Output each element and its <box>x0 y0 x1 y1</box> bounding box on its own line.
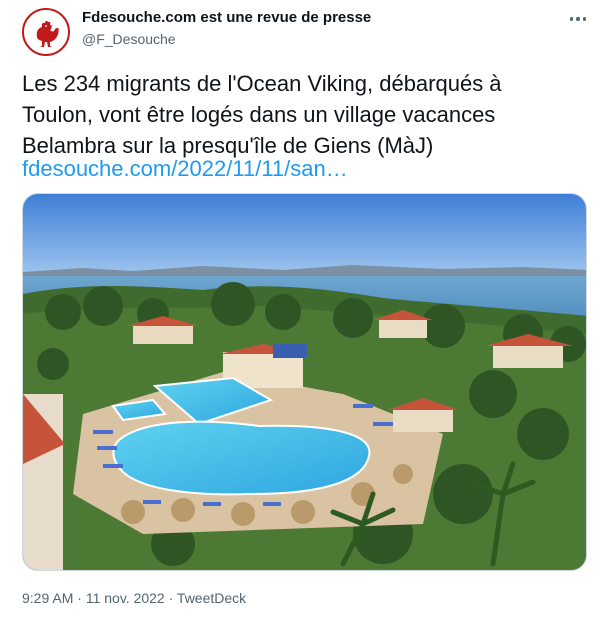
more-dots-icon[interactable] <box>563 8 593 30</box>
tweet-metadata: 9:29 AM · 11 nov. 2022 · TweetDeck <box>22 588 246 608</box>
user-handle[interactable]: @F_Desouche <box>82 29 371 49</box>
tweet-time[interactable]: 9:29 AM <box>22 590 73 606</box>
tweet-source[interactable]: TweetDeck <box>177 590 246 606</box>
tweet-card: Fdesouche.com est une revue de presse @F… <box>0 0 611 625</box>
meta-separator: · <box>73 590 86 606</box>
tweet-text-line: Les 234 migrants de l'Ocean Viking, déba… <box>22 71 502 96</box>
display-name[interactable]: Fdesouche.com est une revue de presse <box>82 8 371 28</box>
tweet-date[interactable]: 11 nov. 2022 <box>86 590 165 606</box>
tweet-text: Les 234 migrants de l'Ocean Viking, déba… <box>22 68 592 161</box>
tweet-text-line: Toulon, vont être logés dans un village … <box>22 102 496 127</box>
resort-pool-photo <box>23 194 586 570</box>
article-link[interactable]: fdesouche.com/2022/11/11/san… <box>22 153 348 184</box>
rooster-logo-icon <box>24 10 68 54</box>
tweet-author: Fdesouche.com est une revue de presse @F… <box>82 8 371 49</box>
meta-separator: · <box>164 590 177 606</box>
avatar[interactable] <box>22 8 70 56</box>
tweet-photo[interactable] <box>22 193 587 571</box>
